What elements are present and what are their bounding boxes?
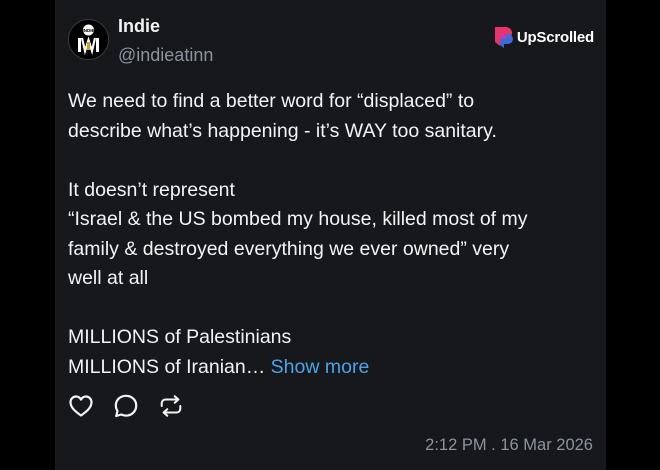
heart-icon <box>69 395 93 417</box>
avatar-label: INDIE <box>82 28 94 33</box>
brand-watermark: UpScrolled <box>491 25 594 49</box>
brand-name: UpScrolled <box>516 28 594 46</box>
action-bar <box>68 393 184 419</box>
post-text-line: It doesn’t represent <box>68 178 235 201</box>
repost-button[interactable] <box>158 393 184 419</box>
post-card: INDIE Indie @indieatinn UpScrolled We ne… <box>55 0 606 470</box>
post-text-line: well at all <box>68 267 149 289</box>
post-text-line: MILLIONS of Palestinians <box>68 326 292 348</box>
like-button[interactable] <box>68 393 94 419</box>
post-text-line: family & destroyed everything we ever ow… <box>68 237 510 260</box>
avatar[interactable]: INDIE <box>68 19 109 60</box>
post-text-line-last: MILLIONS of Iranian… Show more <box>68 353 598 383</box>
comment-icon <box>114 394 138 418</box>
post-timestamp: 2:12 PM . 16 Mar 2026 <box>425 436 593 454</box>
avatar-icon: INDIE <box>69 20 108 59</box>
author-name[interactable]: Indie <box>118 16 160 37</box>
post-text-line: “Israel & the US bombed my house, killed… <box>68 208 528 230</box>
author-handle[interactable]: @indieatinn <box>118 45 213 66</box>
comment-button[interactable] <box>113 393 139 419</box>
post-text-line: describe what’s happening - it’s WAY too… <box>68 119 497 142</box>
post-text-truncated: MILLIONS of Iranian… <box>68 355 266 378</box>
show-more-link[interactable]: Show more <box>271 356 370 378</box>
repost-icon <box>160 395 182 417</box>
post-text-line: We need to find a better word for “displ… <box>68 90 475 112</box>
upscrolled-logo-icon <box>494 27 513 48</box>
post-body: We need to find a better word for “displ… <box>68 87 598 382</box>
